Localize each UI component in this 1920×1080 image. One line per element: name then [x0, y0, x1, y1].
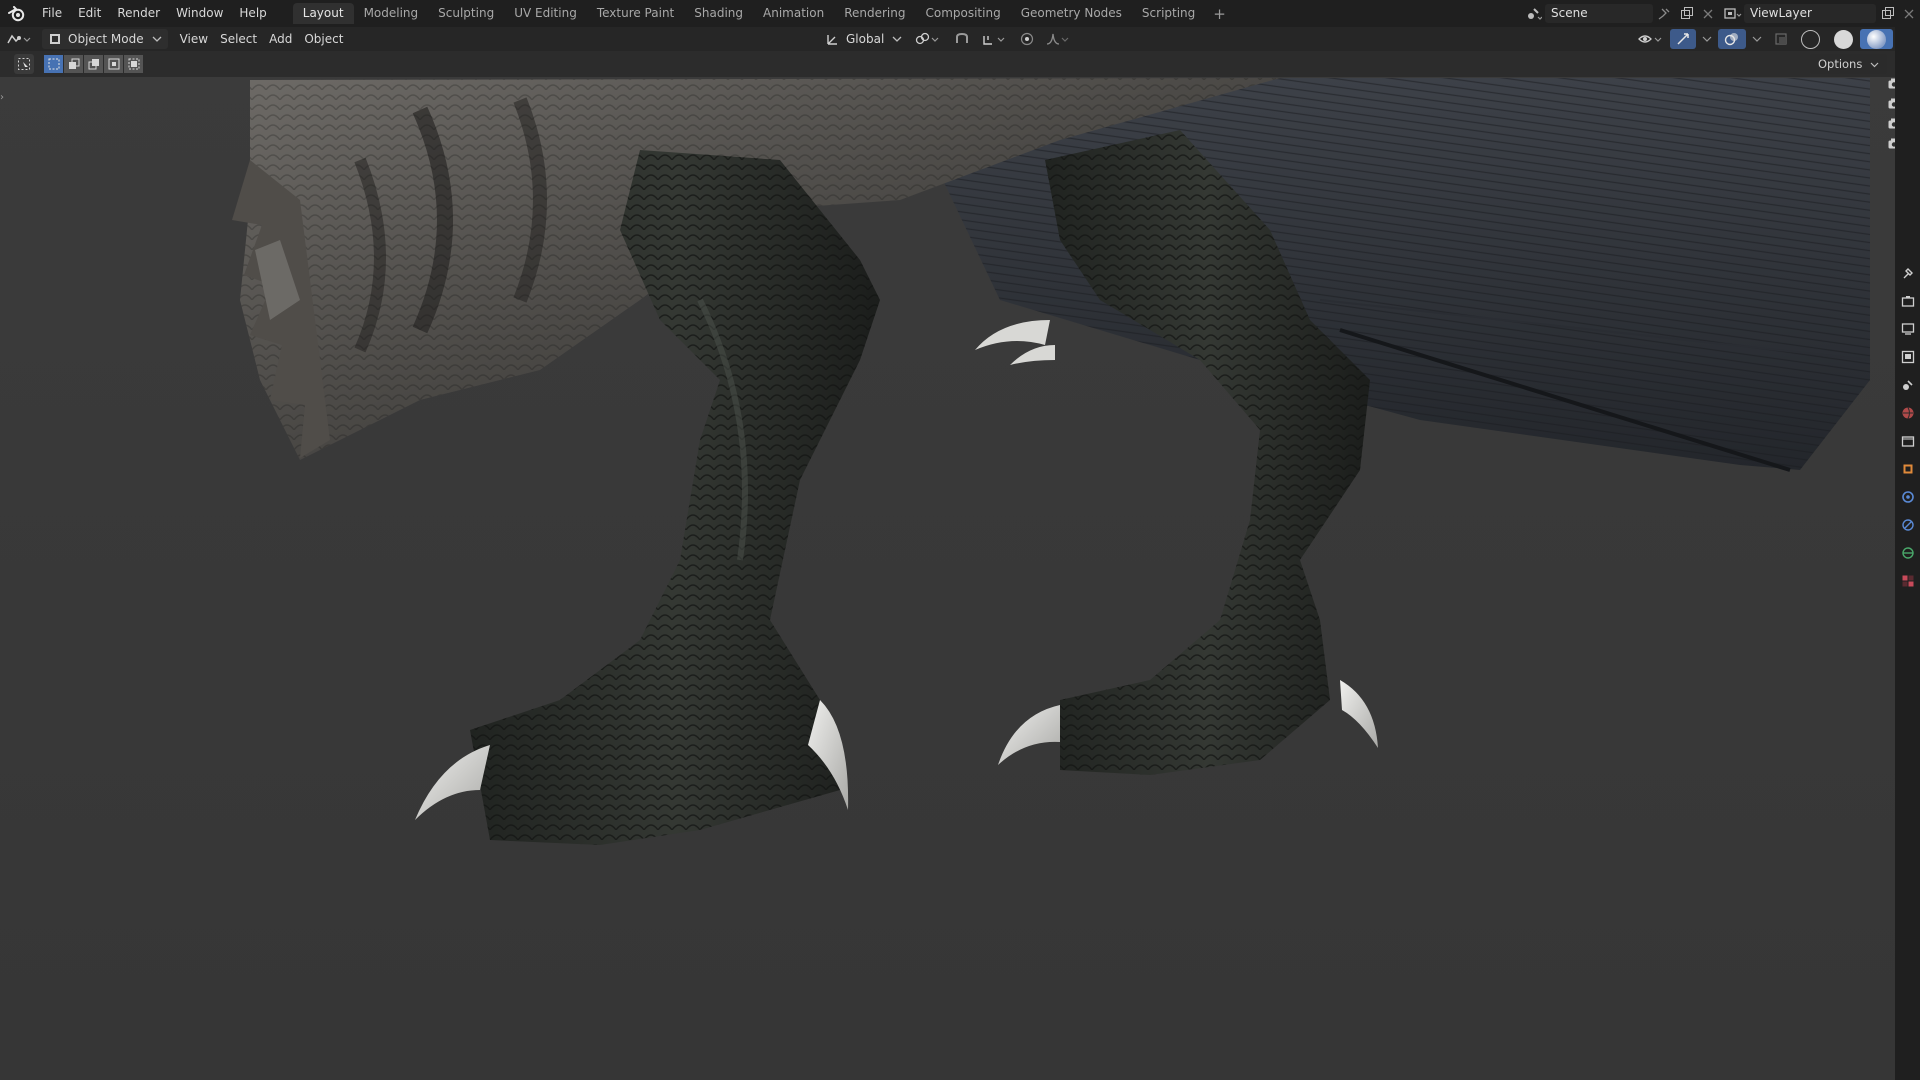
transform-controls: Global — [820, 29, 1076, 49]
render-icon[interactable] — [1899, 292, 1917, 310]
toolbar-expand-icon[interactable]: › — [0, 92, 8, 106]
scene-selector: Scene — [1523, 3, 1719, 24]
add-workspace-button[interactable]: + — [1205, 5, 1234, 23]
gizmo-dropdown-icon[interactable] — [1696, 29, 1718, 49]
tab-compositing[interactable]: Compositing — [915, 3, 1010, 24]
tab-geometry-nodes[interactable]: Geometry Nodes — [1011, 3, 1132, 24]
chevron-down-icon — [1870, 62, 1879, 68]
overlays-toggle-icon[interactable] — [1718, 29, 1746, 49]
3d-viewport[interactable] — [0, 51, 1895, 1080]
dragon-model-render — [0, 51, 1895, 1080]
tab-rendering[interactable]: Rendering — [834, 3, 915, 24]
viewport-header: Object Mode View Select Add Object Globa… — [0, 27, 1919, 51]
tab-uv-editing[interactable]: UV Editing — [504, 3, 587, 24]
shading-solid-icon[interactable] — [1827, 29, 1860, 49]
select-new-icon[interactable] — [44, 55, 63, 73]
select-extend-icon[interactable] — [64, 55, 83, 73]
menu-render[interactable]: Render — [109, 0, 168, 27]
chevron-down-icon — [152, 36, 162, 42]
texture-icon[interactable] — [1899, 572, 1917, 590]
select-invert-icon[interactable] — [104, 55, 123, 73]
scene-browse-icon[interactable] — [1523, 3, 1545, 24]
delete-scene-icon[interactable] — [1697, 3, 1719, 24]
output-icon[interactable] — [1899, 320, 1917, 338]
delete-view-layer-icon[interactable] — [1898, 3, 1920, 24]
menu-window[interactable]: Window — [168, 0, 231, 27]
scene-icon[interactable] — [1899, 376, 1917, 394]
workspace-tabs: Layout Modeling Sculpting UV Editing Tex… — [292, 0, 1234, 27]
menu-select[interactable]: Select — [214, 29, 263, 49]
new-view-layer-icon[interactable] — [1876, 3, 1898, 24]
overlays-dropdown-icon[interactable] — [1746, 29, 1768, 49]
view-layer-selector: ViewLayer — [1722, 3, 1920, 24]
world-icon[interactable] — [1899, 404, 1917, 422]
orientation-label: Global — [846, 32, 885, 46]
chevron-down-icon — [892, 36, 902, 42]
viewport-display-controls — [1632, 29, 1920, 49]
tool-settings-bar: Options — [0, 51, 1895, 77]
pin-icon[interactable] — [1653, 3, 1675, 24]
tab-modeling[interactable]: Modeling — [354, 3, 429, 24]
object-mode-dropdown[interactable]: Object Mode — [42, 29, 168, 49]
selection-mode-group — [44, 55, 144, 73]
object-icon[interactable] — [1899, 460, 1917, 478]
active-tool-icon[interactable] — [14, 54, 34, 74]
top-bar: File Edit Render Window Help Layout Mode… — [0, 0, 1920, 27]
tab-layout[interactable]: Layout — [292, 3, 354, 24]
menu-edit[interactable]: Edit — [70, 0, 109, 27]
menu-add[interactable]: Add — [263, 29, 298, 49]
visibility-icon[interactable] — [1632, 29, 1670, 49]
gizmo-toggle-icon[interactable] — [1670, 29, 1696, 49]
select-subtract-icon[interactable] — [84, 55, 103, 73]
editor-type-button[interactable] — [0, 29, 38, 49]
physics-icon[interactable] — [1899, 544, 1917, 562]
view-layer-browse-icon[interactable] — [1722, 3, 1744, 24]
shading-wireframe-icon[interactable] — [1794, 29, 1827, 49]
object-mode-icon — [50, 34, 60, 44]
particles-icon[interactable] — [1899, 516, 1917, 534]
scene-name-field[interactable]: Scene — [1545, 4, 1653, 23]
menu-view[interactable]: View — [174, 29, 214, 49]
tab-shading[interactable]: Shading — [684, 3, 753, 24]
view-layer-icon[interactable] — [1899, 348, 1917, 366]
new-scene-icon[interactable] — [1675, 3, 1697, 24]
tool-icon[interactable] — [1899, 264, 1917, 282]
tab-sculpting[interactable]: Sculpting — [428, 3, 504, 24]
select-intersect-icon[interactable] — [124, 55, 143, 73]
properties-tabs — [1895, 27, 1920, 1080]
options-dropdown[interactable]: Options — [1809, 54, 1887, 74]
tab-animation[interactable]: Animation — [753, 3, 834, 24]
proportional-editing-icon[interactable] — [1014, 29, 1040, 49]
modifier-icon[interactable] — [1899, 488, 1917, 506]
blender-logo-icon[interactable] — [0, 0, 34, 27]
menu-help[interactable]: Help — [231, 0, 274, 27]
object-mode-label: Object Mode — [68, 32, 144, 46]
tab-scripting[interactable]: Scripting — [1132, 3, 1205, 24]
xray-toggle-icon[interactable] — [1768, 29, 1794, 49]
falloff-icon[interactable] — [1040, 29, 1076, 49]
shading-material-icon[interactable] — [1860, 29, 1893, 49]
orientation-icon — [827, 35, 837, 45]
tab-texture-paint[interactable]: Texture Paint — [587, 3, 684, 24]
menu-object[interactable]: Object — [298, 29, 349, 49]
orientation-dropdown[interactable]: Global — [820, 29, 908, 49]
menu-file[interactable]: File — [34, 0, 70, 27]
snap-toggle-icon[interactable] — [948, 29, 976, 49]
options-label: Options — [1817, 57, 1863, 71]
pivot-point-icon[interactable] — [908, 29, 948, 49]
view-layer-name-field[interactable]: ViewLayer — [1744, 4, 1876, 23]
snap-target-icon[interactable] — [976, 29, 1014, 49]
collection-icon[interactable] — [1899, 432, 1917, 450]
